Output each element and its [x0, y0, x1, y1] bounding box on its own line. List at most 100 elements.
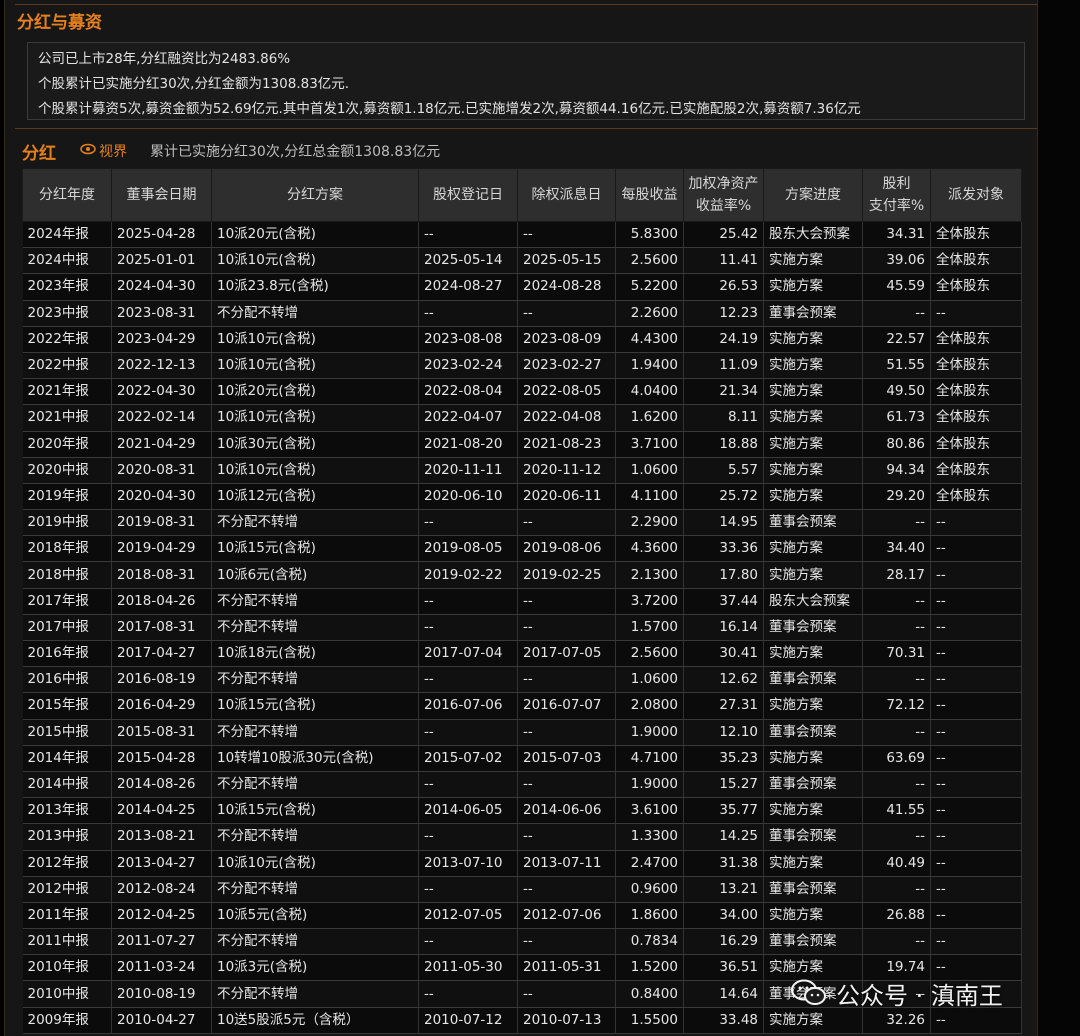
- table-cell: 34.40: [862, 535, 931, 563]
- table-cell: 董事会预案: [763, 928, 863, 956]
- wechat-icon: [791, 979, 826, 1005]
- table-cell: --: [930, 1007, 1022, 1034]
- column-header: 加权净资产 收益率%: [683, 168, 764, 222]
- table-row: 2015年报 2016-04-29 10派15元(含税) 2016-07-06 2016…: [22, 692, 1022, 720]
- table-cell: 36.51: [683, 954, 764, 982]
- table-cell: 董事会预案: [763, 771, 863, 799]
- table-row: 2022中报 2022-12-13 10派10元(含税) 2023-02-24 2023…: [22, 352, 1022, 380]
- table-cell: 全体股东: [930, 352, 1022, 380]
- table-cell: 2018-04-26: [111, 588, 212, 615]
- table-cell: 不分配不转增: [211, 823, 419, 851]
- table-cell: 10派10元(含税): [211, 352, 419, 380]
- table-row: 2016年报 2017-04-27 10派18元(含税) 2017-07-04 2017…: [22, 640, 1022, 668]
- table-cell: 10派18元(含税): [211, 640, 419, 668]
- table-cell: 实施方案: [763, 326, 863, 353]
- table-cell: 2.2900: [615, 509, 684, 537]
- table-cell: 2020-11-12: [517, 457, 616, 484]
- table-cell: 实施方案: [763, 1007, 863, 1034]
- table-cell: 2013年报: [22, 797, 112, 825]
- column-header-text: 除权派息日: [531, 187, 602, 203]
- table-cell: 全体股东: [930, 221, 1022, 249]
- table-cell: 不分配不转增: [211, 300, 419, 327]
- table-cell: 实施方案: [763, 745, 863, 772]
- table-cell: --: [930, 745, 1022, 772]
- table-cell: 2017-08-31: [111, 614, 212, 642]
- table-cell: 29.20: [862, 483, 931, 511]
- table-cell: 2025-05-15: [517, 247, 616, 275]
- table-cell: 63.69: [862, 745, 931, 772]
- table-cell: 30.41: [683, 640, 764, 668]
- table-cell: --: [862, 300, 931, 327]
- column-header-text: 股利: [882, 176, 911, 192]
- table-cell: 不分配不转增: [211, 588, 419, 615]
- table-cell: 34.00: [683, 902, 764, 930]
- view-link[interactable]: 视界: [99, 141, 127, 161]
- table-row: 2012年报 2013-04-27 10派10元(含税) 2013-07-10 2013…: [22, 850, 1022, 877]
- table-cell: 不分配不转增: [211, 771, 419, 799]
- table-cell: 全体股东: [930, 326, 1022, 353]
- table-cell: 3.7100: [615, 431, 684, 458]
- table-cell: 2012-07-06: [517, 902, 616, 930]
- table-row: 2019年报 2020-04-30 10派12元(含税) 2020-06-10 2020…: [22, 483, 1022, 511]
- table-cell: 2012-04-25: [111, 902, 212, 930]
- table-cell: 2.1300: [615, 561, 684, 589]
- table-cell: 11.09: [683, 352, 764, 380]
- table-cell: 80.86: [862, 431, 931, 458]
- table-cell: 61.73: [862, 404, 931, 432]
- table-cell: 14.64: [683, 980, 764, 1008]
- table-cell: 2024-04-30: [111, 273, 212, 301]
- table-row: 2024中报 2025-01-01 10派10元(含税) 2025-05-14 2025…: [22, 247, 1022, 275]
- table-cell: 2010-07-13: [517, 1007, 616, 1034]
- table-cell: 5.8300: [615, 221, 684, 249]
- table-cell: 2015中报: [22, 719, 112, 746]
- column-header-text: 加权净资产: [688, 176, 759, 192]
- table-cell: 25.72: [683, 483, 764, 511]
- table-cell: 10派15元(含税): [211, 535, 419, 563]
- table-cell: 2018年报: [22, 535, 112, 563]
- eye-icon[interactable]: [80, 142, 96, 156]
- table-cell: --: [930, 561, 1022, 589]
- table-cell: 全体股东: [930, 247, 1022, 275]
- table-cell: 2010-04-27: [111, 1007, 212, 1034]
- table-cell: --: [517, 719, 616, 746]
- table-cell: --: [930, 509, 1022, 537]
- table-cell: 2.5600: [615, 247, 684, 275]
- table-cell: --: [418, 771, 518, 799]
- table-row: 2009年报 2010-04-27 10送5股派5元（含税） 2010-07-12 20…: [22, 1007, 1022, 1034]
- table-cell: 10派20元(含税): [211, 378, 419, 406]
- table-cell: --: [418, 666, 518, 694]
- section-header: [15, 4, 1037, 37]
- table-cell: --: [930, 823, 1022, 851]
- table-cell: 董事会预案: [763, 300, 863, 327]
- table-cell: 2022-12-13: [111, 352, 212, 380]
- table-cell: 45.59: [862, 273, 931, 301]
- table-cell: --: [930, 692, 1022, 720]
- table-cell: 41.55: [862, 797, 931, 825]
- table-cell: --: [517, 300, 616, 327]
- table-cell: 37.44: [683, 588, 764, 615]
- table-cell: 2013-07-10: [418, 850, 518, 877]
- table-cell: 2022-08-05: [517, 378, 616, 406]
- column-header-text: 方案进度: [785, 187, 841, 203]
- table-row: 2016中报 2016-08-19 不分配不转增 -- -- 1.0600 12.62 董事会…: [22, 666, 1022, 694]
- table-cell: --: [930, 300, 1022, 327]
- table-cell: --: [418, 823, 518, 851]
- table-cell: 2021年报: [22, 378, 112, 406]
- table-cell: 5.2200: [615, 273, 684, 301]
- table-cell: 2017年报: [22, 588, 112, 615]
- table-cell: 2022-04-07: [418, 404, 518, 432]
- dividend-summary: 累计已实施分红30次,分红总金额1308.83亿元: [150, 144, 441, 160]
- dividend-table: 分红年度 董事会日期 分红方案 股权登记日 除权派息日 每股收益 加权净资产 收益率% 方案进度…: [22, 168, 1022, 1034]
- table-cell: 33.36: [683, 535, 764, 563]
- table-cell: --: [418, 980, 518, 1008]
- table-cell: 10派10元(含税): [211, 404, 419, 432]
- table-cell: 5.57: [683, 457, 764, 484]
- table-cell: 2018中报: [22, 561, 112, 589]
- table-cell: --: [418, 876, 518, 903]
- table-cell: 2025-01-01: [111, 247, 212, 275]
- table-row: 2024年报 2025-04-28 10派20元(含税) -- -- 5.8300 25.4…: [22, 221, 1022, 249]
- table-cell: --: [930, 928, 1022, 956]
- table-cell: 27.31: [683, 692, 764, 720]
- table-cell: 2014年报: [22, 745, 112, 772]
- column-header: 分红年度: [22, 168, 112, 222]
